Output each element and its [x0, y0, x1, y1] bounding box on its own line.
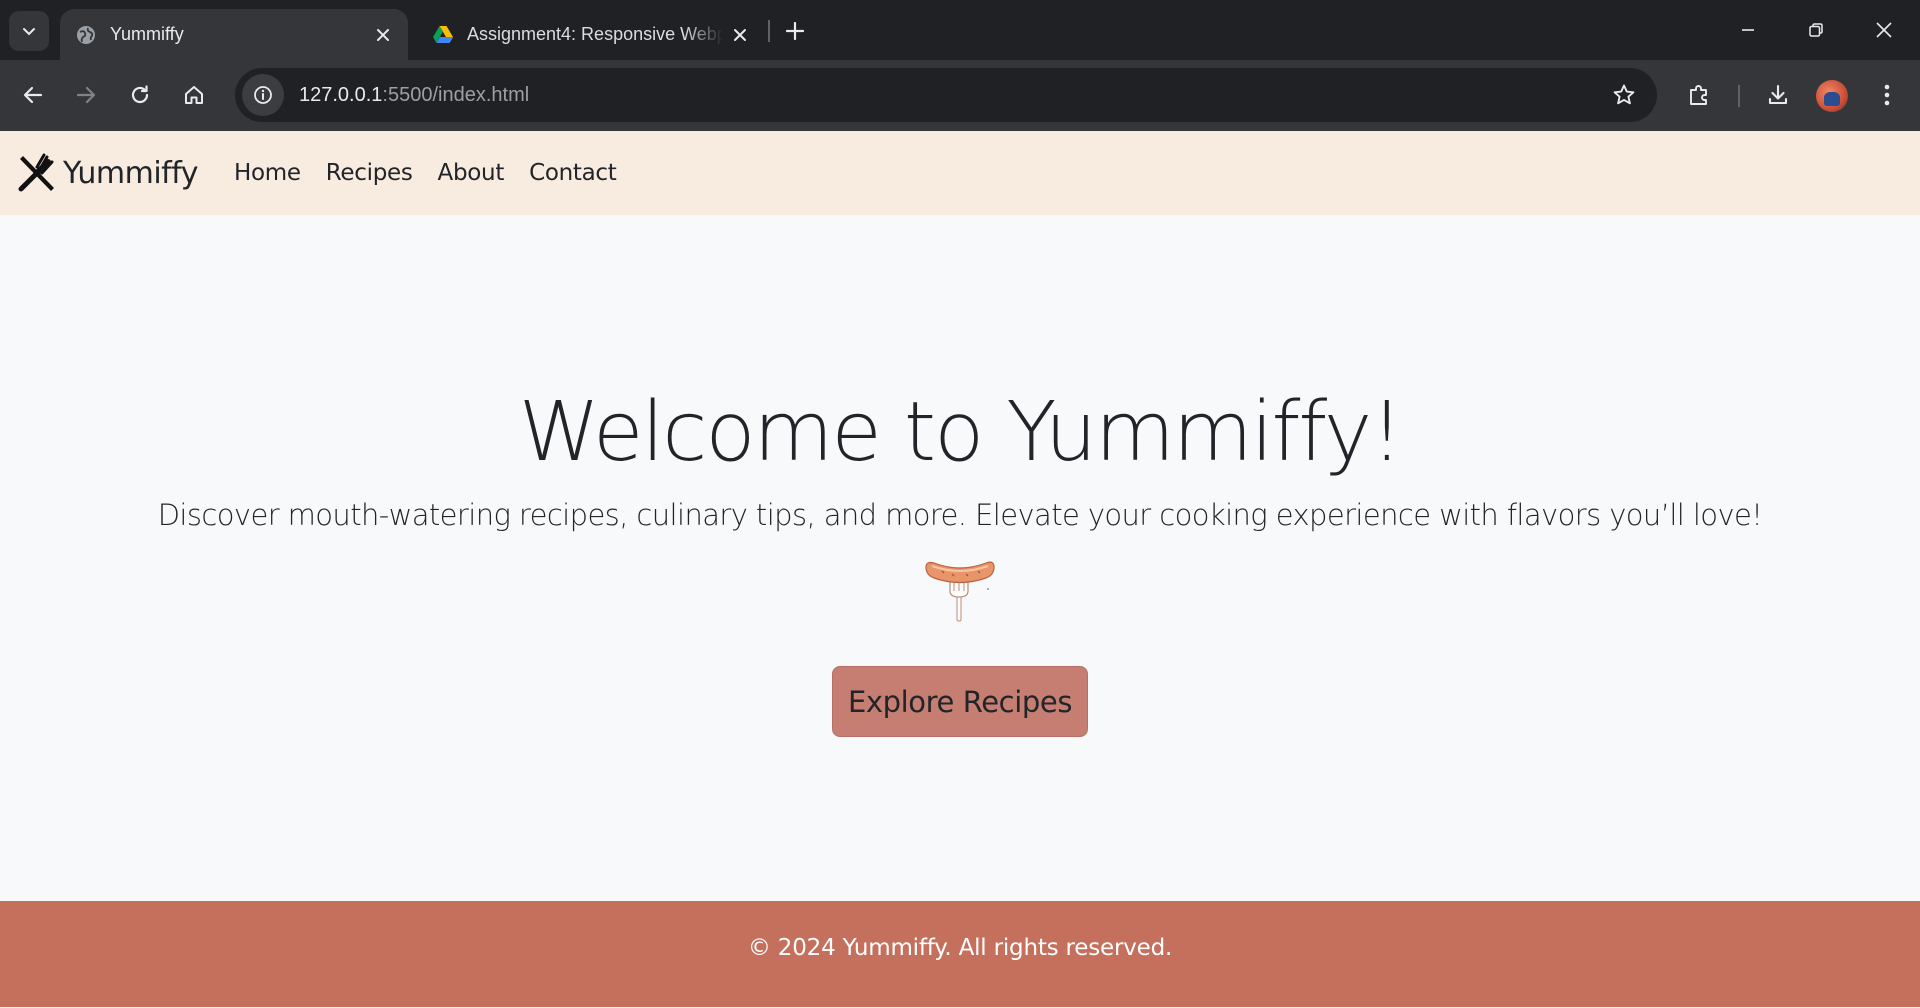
tab-separator: [768, 20, 770, 42]
new-tab-button[interactable]: [776, 12, 814, 50]
url-path: :5500/index.html: [382, 83, 530, 106]
nav-link-contact[interactable]: Contact: [529, 160, 617, 186]
close-tab-icon[interactable]: [723, 18, 757, 52]
explore-recipes-button[interactable]: Explore Recipes: [832, 666, 1088, 737]
tab-yummiffy[interactable]: Yummiffy: [60, 9, 408, 60]
tab-title: Yummiffy: [110, 24, 184, 44]
hero-section: Welcome to Yummiffy! Discover mouth-wate…: [0, 215, 1920, 900]
reload-icon: [131, 85, 149, 104]
close-tab-icon[interactable]: [366, 18, 400, 52]
nav-link-home[interactable]: Home: [234, 160, 301, 186]
forward-button[interactable]: [65, 74, 107, 116]
nav-link-recipes[interactable]: Recipes: [326, 160, 413, 186]
hero-title: Welcome to Yummiffy!: [518, 385, 1403, 480]
restore-button[interactable]: [1782, 0, 1850, 60]
brand-name: Yummiffy: [63, 155, 199, 191]
home-button[interactable]: [173, 74, 215, 116]
profile-avatar[interactable]: [1816, 80, 1848, 112]
tab-strip: Yummiffy Assignment4: Responsive Webpage: [0, 0, 1920, 60]
toolbar-divider: [1738, 85, 1740, 107]
url-text: 127.0.0.1:5500/index.html: [299, 84, 529, 107]
tab-search-button[interactable]: [9, 11, 49, 51]
chevron-down-icon: [23, 28, 35, 36]
back-button[interactable]: [12, 74, 54, 116]
hero-subtitle: Discover mouth-watering recipes, culinar…: [157, 498, 1763, 532]
footer-copyright: © 2024 Yummiffy. All rights reserved.: [747, 935, 1173, 961]
more-vert-icon: [1884, 84, 1890, 106]
close-icon: [1876, 22, 1892, 38]
tab-title: Assignment4: Responsive Webpage: [467, 24, 723, 44]
web-page: Yummiffy Home Recipes About Contact Welc…: [0, 131, 1920, 1008]
utensils-icon: [18, 153, 54, 192]
site-navbar: Yummiffy Home Recipes About Contact: [0, 131, 1920, 215]
plus-icon: [786, 22, 804, 40]
download-icon: [1768, 84, 1788, 105]
nav-links: Home Recipes About Contact: [234, 160, 641, 186]
home-icon: [185, 86, 203, 104]
minimize-button[interactable]: [1714, 0, 1782, 60]
globe-icon: [74, 23, 98, 47]
reload-button[interactable]: [119, 74, 161, 116]
puzzle-icon: [1690, 85, 1707, 105]
restore-icon: [1809, 23, 1823, 37]
minimize-icon: [1742, 29, 1754, 31]
google-drive-icon: [431, 23, 455, 47]
arrow-left-icon: [23, 86, 43, 104]
menu-button[interactable]: [1866, 74, 1908, 116]
nav-link-about[interactable]: About: [438, 160, 505, 186]
url-host: 127.0.0.1: [299, 83, 383, 106]
tab-assignment4[interactable]: Assignment4: Responsive Webpage: [417, 9, 765, 60]
site-footer: © 2024 Yummiffy. All rights reserved.: [0, 901, 1920, 1008]
bookmark-star-icon[interactable]: [1603, 74, 1645, 116]
extensions-button[interactable]: [1678, 74, 1720, 116]
sausage-on-fork-icon: [925, 561, 995, 622]
browser-toolbar: 127.0.0.1:5500/index.html: [0, 60, 1920, 131]
address-bar[interactable]: 127.0.0.1:5500/index.html: [235, 68, 1657, 122]
site-info-icon[interactable]: [242, 74, 284, 116]
arrow-right-icon: [76, 86, 96, 104]
downloads-button[interactable]: [1757, 74, 1799, 116]
brand-link[interactable]: Yummiffy: [17, 153, 199, 193]
close-window-button[interactable]: [1850, 0, 1918, 60]
